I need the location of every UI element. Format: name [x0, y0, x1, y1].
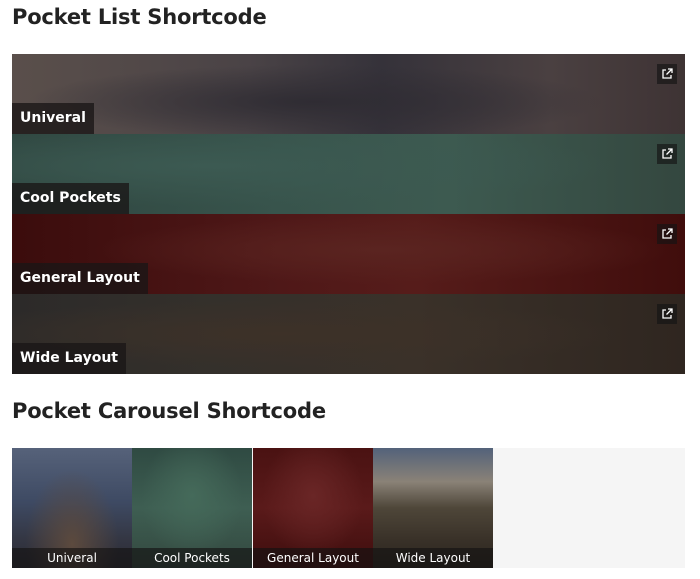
- external-link-icon[interactable]: [657, 304, 677, 324]
- carousel-card-label: General Layout: [253, 548, 373, 568]
- external-link-icon[interactable]: [657, 144, 677, 164]
- carousel-card-wide-layout[interactable]: Wide Layout: [373, 448, 493, 568]
- pocket-item-general-layout[interactable]: General Layout: [12, 214, 685, 294]
- pocket-list: Univeral Cool Pockets General Layout Wid…: [12, 54, 685, 374]
- pocket-list-title: Pocket List Shortcode: [12, 5, 267, 29]
- carousel-card-label: Univeral: [12, 548, 132, 568]
- pocket-label: Wide Layout: [12, 343, 126, 374]
- pocket-label: Univeral: [12, 103, 94, 134]
- pocket-item-univeral[interactable]: Univeral: [12, 54, 685, 134]
- carousel-card-univeral[interactable]: Univeral: [12, 448, 132, 568]
- pocket-item-cool-pockets[interactable]: Cool Pockets: [12, 134, 685, 214]
- carousel-card-cool-pockets[interactable]: Cool Pockets: [132, 448, 252, 568]
- pocket-label: General Layout: [12, 263, 148, 294]
- pocket-carousel-title: Pocket Carousel Shortcode: [12, 399, 326, 423]
- carousel-card-general-layout[interactable]: General Layout: [253, 448, 373, 568]
- pocket-label: Cool Pockets: [12, 183, 129, 214]
- carousel-card-label: Wide Layout: [373, 548, 493, 568]
- pocket-carousel: Univeral Cool Pockets General Layout Wid…: [12, 448, 685, 568]
- pocket-item-wide-layout[interactable]: Wide Layout: [12, 294, 685, 374]
- external-link-icon[interactable]: [657, 224, 677, 244]
- carousel-card-label: Cool Pockets: [132, 548, 252, 568]
- external-link-icon[interactable]: [657, 64, 677, 84]
